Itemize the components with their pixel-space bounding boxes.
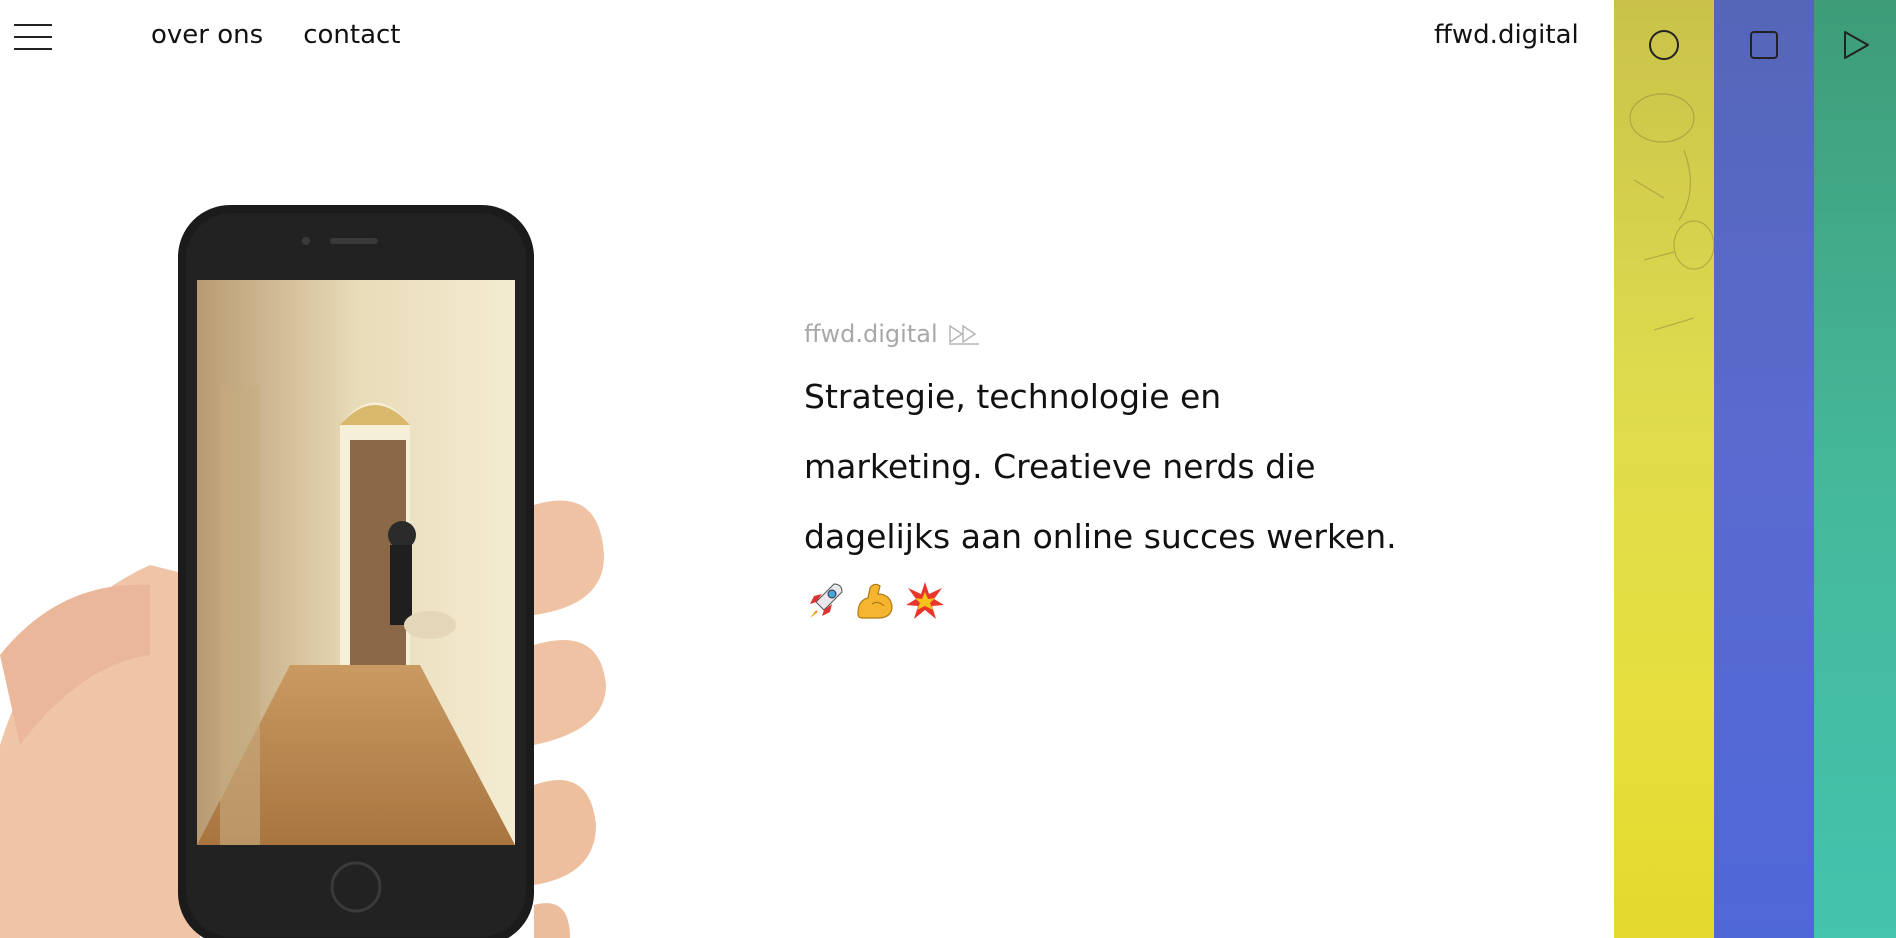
collision-icon [906, 582, 944, 619]
rocket-icon [810, 583, 843, 618]
flexed-biceps-icon [857, 583, 893, 619]
headline-line-1: Strategie, technologie en [804, 377, 1222, 416]
phone-in-hand-image [0, 205, 606, 938]
fast-forward-icon [948, 324, 979, 345]
headline-line-2: marketing. Creatieve nerds die [804, 447, 1316, 486]
headline-line-3: dagelijks aan online succes werken. [804, 517, 1397, 556]
brand-link[interactable]: ffwd.digital [1434, 20, 1579, 50]
eyebrow: ffwd.digital [804, 316, 1424, 352]
panel-blue[interactable] [1714, 0, 1814, 938]
headline: Strategie, technologie en marketing. Cre… [804, 362, 1424, 572]
hero-section: ffwd.digital Strategie, technologie en m… [804, 316, 1424, 622]
panel-yellow[interactable] [1614, 0, 1714, 938]
main-nav: over ons contact [151, 20, 400, 50]
nav-link-over-ons[interactable]: over ons [151, 20, 263, 50]
play-icon [1844, 31, 1869, 59]
square-icon [1750, 31, 1778, 59]
hamburger-menu-icon[interactable] [14, 24, 52, 50]
emoji-row [804, 580, 1424, 622]
circle-icon [1649, 30, 1679, 60]
nav-link-contact[interactable]: contact [303, 20, 400, 50]
eyebrow-brand: ffwd.digital [804, 320, 938, 348]
panel-green[interactable] [1814, 0, 1896, 938]
